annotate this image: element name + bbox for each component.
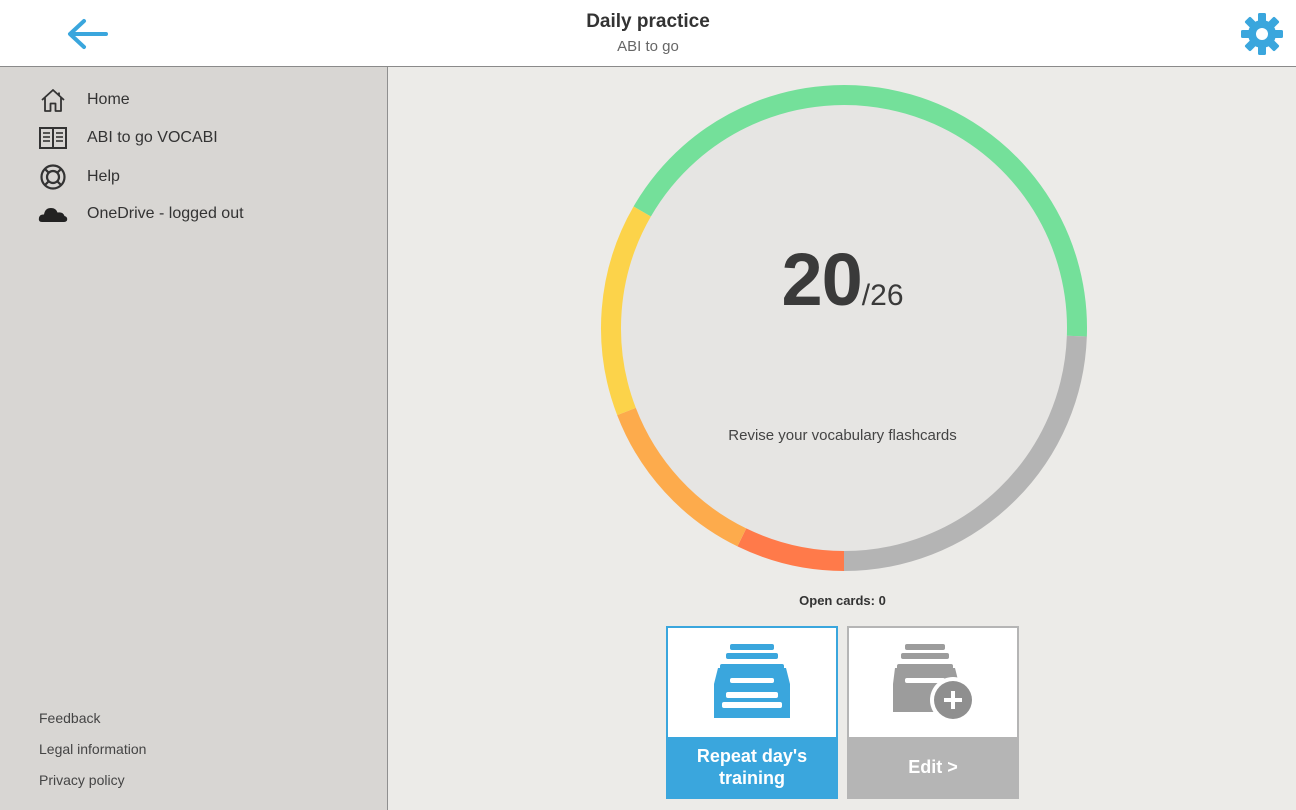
cloud-icon bbox=[38, 199, 68, 229]
header-titles: Daily practice ABI to go bbox=[0, 11, 1296, 55]
progress-ring bbox=[601, 85, 1087, 571]
privacy-policy-link[interactable]: Privacy policy bbox=[39, 772, 125, 788]
card-box-icon bbox=[714, 644, 790, 718]
progress-total: 26 bbox=[870, 279, 904, 312]
progress-slash: / bbox=[861, 279, 871, 312]
progress-current: 20 bbox=[781, 238, 862, 321]
sidebar-item-onedrive[interactable]: OneDrive - logged out bbox=[38, 199, 244, 229]
app-header: Daily practice ABI to go bbox=[0, 0, 1296, 67]
sidebar-item-label: Help bbox=[87, 168, 120, 185]
main-content: 20/26 Revise your vocabulary flashcards … bbox=[389, 67, 1296, 810]
progress-count: 20/26 bbox=[389, 237, 1296, 322]
edit-label: Edit > bbox=[849, 737, 1017, 797]
page-title: Daily practice bbox=[586, 11, 710, 32]
card-box-add-icon bbox=[893, 644, 976, 723]
home-icon bbox=[38, 85, 68, 115]
sidebar-item-home[interactable]: Home bbox=[38, 85, 130, 115]
repeat-training-button[interactable]: Repeat day's training bbox=[666, 626, 838, 799]
sidebar-item-help[interactable]: Help bbox=[38, 162, 120, 192]
open-cards-count: Open cards: 0 bbox=[799, 593, 886, 608]
sidebar-item-label: ABI to go VOCABI bbox=[87, 129, 218, 146]
repeat-training-label: Repeat day's training bbox=[668, 737, 836, 797]
sidebar-item-vocabi[interactable]: ABI to go VOCABI bbox=[38, 123, 218, 153]
sidebar: Home ABI to go VOCABI Help OneDrive - lo… bbox=[0, 67, 388, 810]
progress-description: Revise your vocabulary flashcards bbox=[728, 427, 957, 444]
sidebar-item-label: Home bbox=[87, 91, 130, 108]
edit-button[interactable]: Edit > bbox=[847, 626, 1019, 799]
sidebar-item-label: OneDrive - logged out bbox=[87, 205, 244, 222]
lifebuoy-icon bbox=[38, 162, 68, 192]
feedback-link[interactable]: Feedback bbox=[39, 710, 100, 726]
legal-information-link[interactable]: Legal information bbox=[39, 741, 146, 757]
page-subtitle: ABI to go bbox=[617, 38, 679, 55]
settings-button[interactable] bbox=[1240, 12, 1284, 56]
book-icon bbox=[38, 123, 68, 153]
gear-icon bbox=[1241, 13, 1283, 55]
